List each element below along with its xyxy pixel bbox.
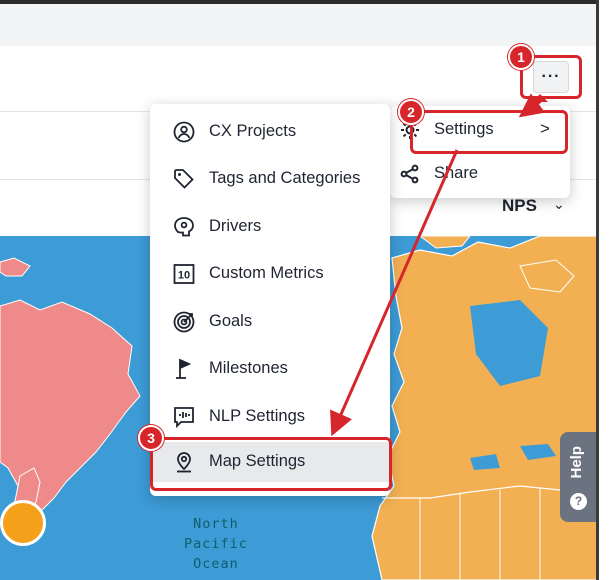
arrow-step-2-to-3 (330, 149, 459, 437)
step-badge-1: 1 (508, 44, 534, 70)
page-gutter (599, 0, 614, 580)
step-badge-2: 2 (398, 99, 424, 125)
step-badge-3: 3 (138, 425, 164, 451)
arrow-step-1-to-2 (532, 94, 548, 102)
annotation-arrows (330, 93, 548, 437)
